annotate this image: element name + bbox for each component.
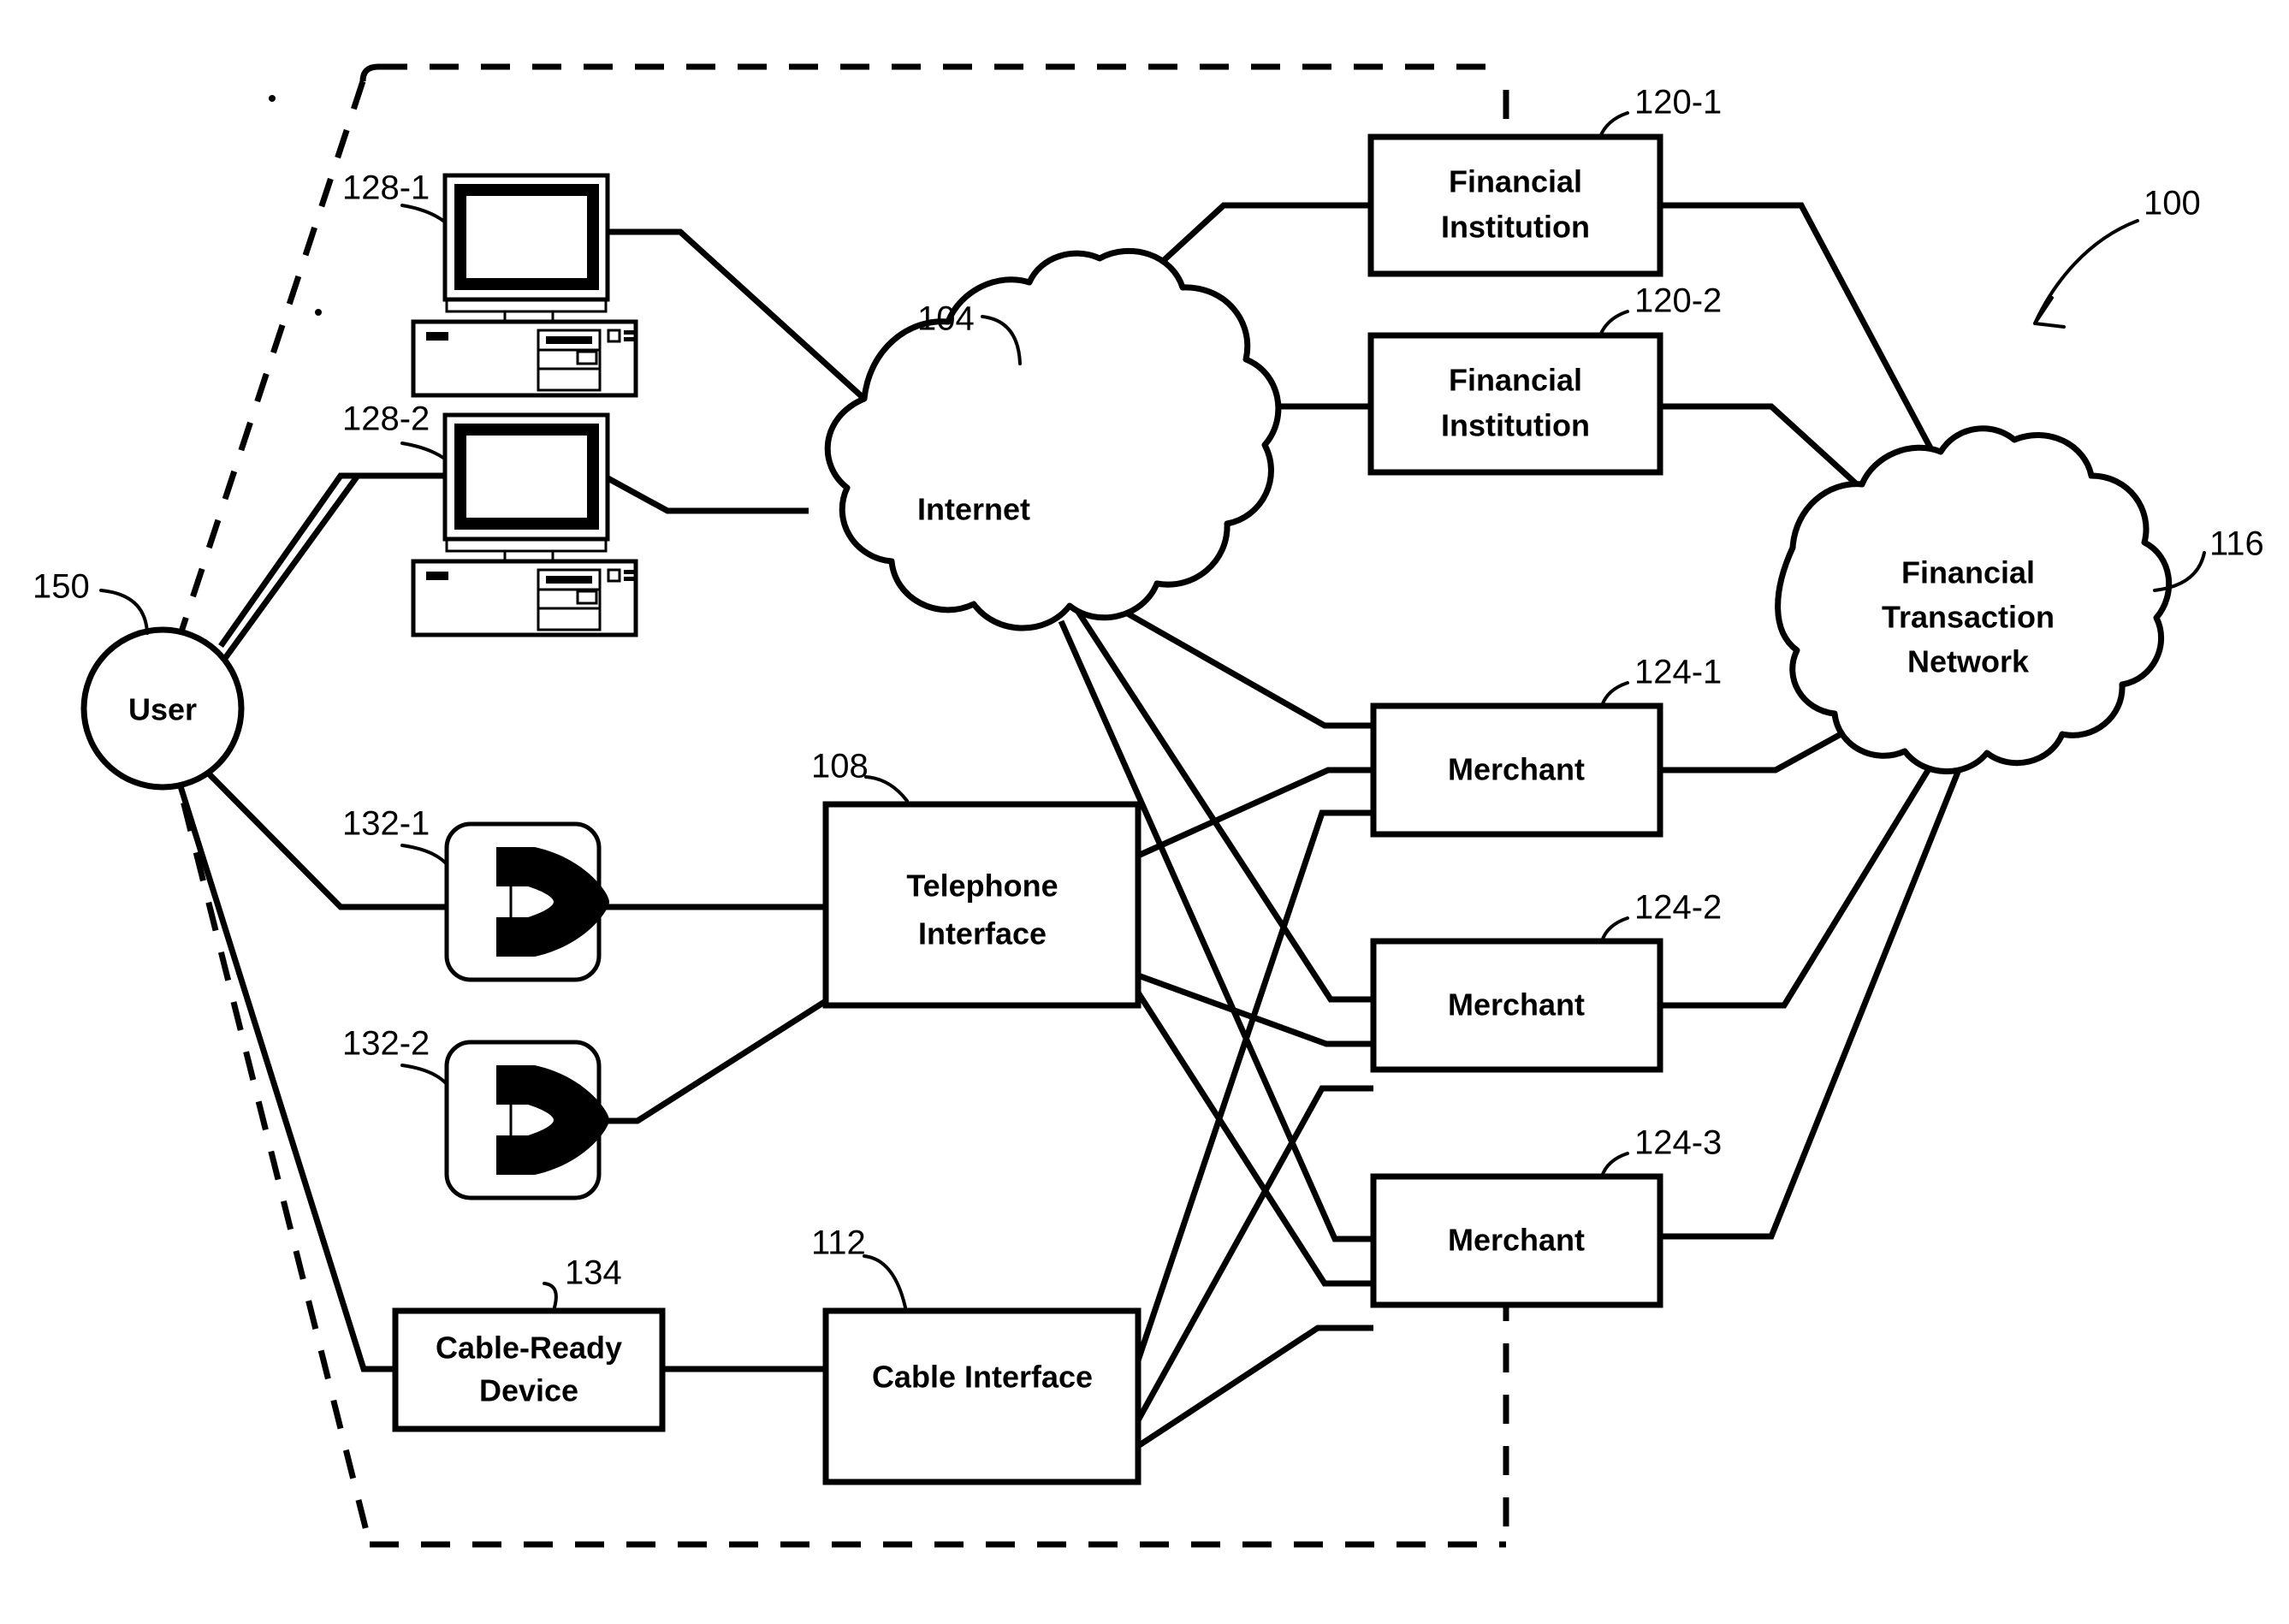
financial-institution-1-box[interactable] — [1367, 133, 1663, 277]
ref-124-1-label: 124-1 — [1634, 654, 1722, 691]
merchant-2-label: Merchant — [1448, 987, 1585, 1022]
port-line-1 — [624, 330, 634, 335]
ref-100-label: 100 — [2144, 185, 2201, 222]
node-financial-institution-1[interactable]: Financial Institution — [1367, 133, 1663, 277]
financial-transaction-network-label-line2: Transaction — [1882, 600, 2055, 635]
monitor-screen — [469, 199, 584, 276]
monitor-screen — [469, 438, 584, 515]
ref-104-label: 104 — [917, 300, 975, 338]
financial-institution-1-label-line1: Financial — [1449, 164, 1582, 199]
cable-ready-device-label-line1: Cable-Ready — [436, 1331, 622, 1366]
ref-108-label: 108 — [811, 748, 869, 785]
financial-institution-2-label-line1: Financial — [1449, 363, 1582, 398]
cable-ready-device-box[interactable] — [392, 1307, 666, 1432]
ref-134-label: 134 — [565, 1254, 622, 1292]
floppy-slot — [546, 576, 592, 584]
financial-institution-1-label-line2: Institution — [1441, 210, 1590, 245]
node-financial-institution-2[interactable]: Financial Institution — [1367, 332, 1663, 476]
case-logo — [426, 332, 448, 341]
patent-figure: User 150 128-1 128-2 132-1 132-2 Cable-R… — [0, 0, 2289, 1624]
scan-artifact-dot-2 — [315, 309, 322, 316]
port-line-2 — [624, 577, 634, 581]
ref-124-2-label: 124-2 — [1634, 889, 1722, 927]
merchant-3-label: Merchant — [1448, 1223, 1585, 1258]
desktop-computer-icon — [411, 412, 638, 637]
cable-interface-label: Cable Interface — [872, 1360, 1093, 1395]
ref-132-1-label: 132-1 — [342, 805, 430, 843]
ref-132-2-label: 132-2 — [342, 1025, 430, 1063]
node-computer-2[interactable] — [411, 412, 638, 637]
financial-institution-2-box[interactable] — [1367, 332, 1663, 476]
telephone-interface-box[interactable] — [822, 801, 1142, 1009]
telephone-interface-label-line1: Telephone — [906, 868, 1058, 904]
scan-artifact-dot — [269, 95, 276, 102]
telephone-handset-icon — [444, 821, 609, 982]
ref-120-2-label: 120-2 — [1634, 282, 1722, 320]
desktop-computer-icon — [411, 173, 638, 398]
financial-institution-2-label-line2: Institution — [1441, 408, 1590, 443]
node-merchant-2[interactable]: Merchant — [1370, 938, 1663, 1073]
ref-124-3-label: 124-3 — [1634, 1124, 1722, 1162]
floppy-slot — [546, 336, 592, 344]
financial-transaction-network-label-line3: Network — [1907, 644, 2030, 679]
node-cable-ready-device[interactable]: Cable-Ready Device — [392, 1307, 666, 1432]
financial-transaction-network-label-line1: Financial — [1901, 555, 2035, 590]
node-telephone-interface[interactable]: Telephone Interface — [822, 801, 1142, 1009]
port-line-2 — [624, 337, 634, 341]
ref-150-label: 150 — [33, 568, 90, 606]
ref-116-label: 116 — [2209, 525, 2264, 563]
node-phone-1[interactable] — [444, 821, 609, 982]
ref-112-label: 112 — [811, 1224, 866, 1262]
cable-interface-box[interactable] — [822, 1307, 1142, 1485]
node-user[interactable]: User — [80, 626, 245, 791]
node-merchant-1[interactable]: Merchant — [1370, 702, 1663, 838]
port-line-1 — [624, 570, 634, 574]
user-label: User — [128, 692, 197, 727]
internet-label: Internet — [917, 492, 1030, 527]
case-logo — [426, 572, 448, 580]
node-cable-interface[interactable]: Cable Interface — [822, 1307, 1142, 1485]
node-computer-1[interactable] — [411, 173, 638, 398]
ref-128-1-label: 128-1 — [342, 169, 430, 207]
node-phone-2[interactable] — [444, 1040, 609, 1200]
telephone-interface-label-line2: Interface — [918, 916, 1047, 951]
cable-ready-device-label-line2: Device — [479, 1373, 578, 1408]
merchant-1-label: Merchant — [1448, 752, 1585, 787]
telephone-handset-icon — [444, 1040, 609, 1200]
ref-120-1-label: 120-1 — [1634, 84, 1722, 122]
network-diagram-canvas: User 150 128-1 128-2 132-1 132-2 Cable-R… — [0, 0, 2289, 1624]
node-merchant-3[interactable]: Merchant — [1370, 1173, 1663, 1308]
ref-128-2-label: 128-2 — [342, 400, 430, 438]
